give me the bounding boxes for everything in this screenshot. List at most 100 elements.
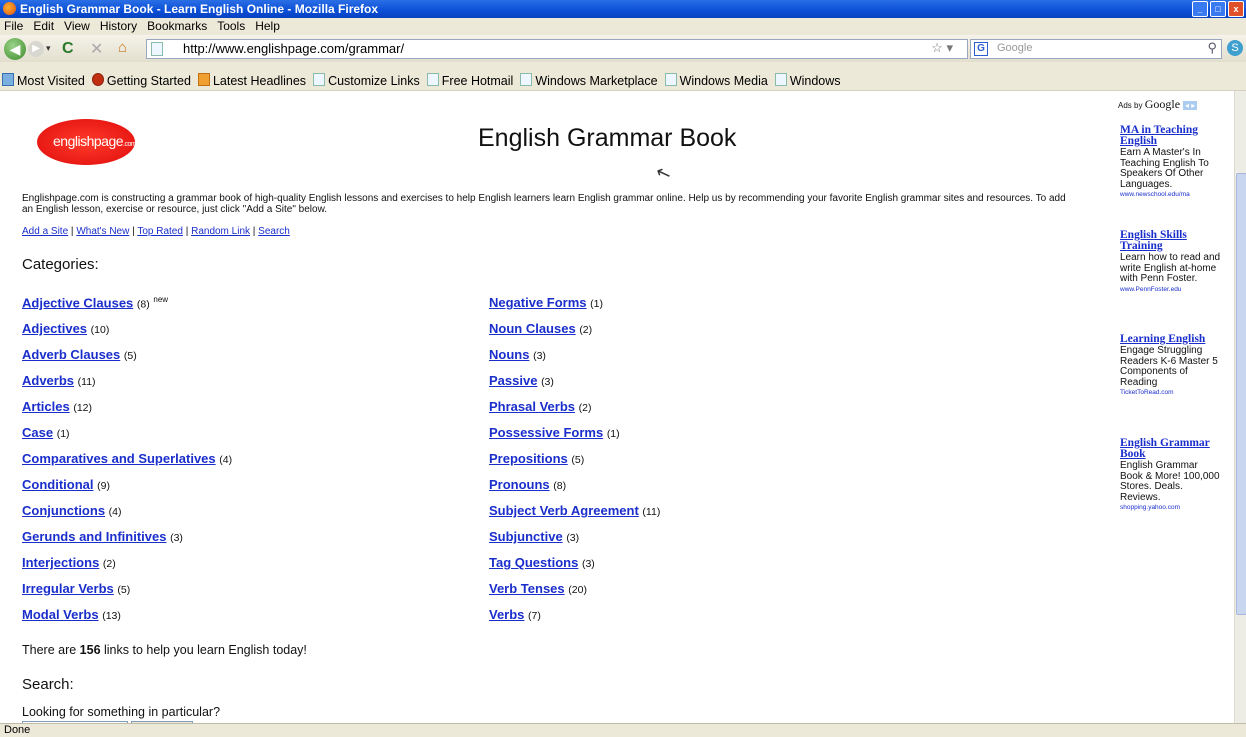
category-link[interactable]: Modal Verbs [22,607,99,622]
ad-url[interactable]: TicketToRead.com [1120,389,1222,396]
bookmark-getting-started[interactable]: Getting Started [90,72,196,88]
history-dropdown-icon[interactable]: ▾ [46,43,51,54]
skype-icon[interactable]: S [1227,40,1243,56]
category-link[interactable]: Adjective Clauses [22,295,133,310]
category-link[interactable]: Tag Questions [489,555,578,570]
category-item: Verb Tenses (20) [489,581,660,607]
bookmark-windows-media[interactable]: Windows Media [663,72,773,88]
ad-title[interactable]: Learning English [1120,333,1222,345]
menu-bookmarks[interactable]: Bookmarks [143,18,213,33]
bookmark-star-icon[interactable]: ☆ ▾ [931,40,953,56]
menu-edit[interactable]: Edit [29,18,60,33]
categories-right-column: Negative Forms (1) Noun Clauses (2) Noun… [489,295,660,633]
category-item: Prepositions (5) [489,451,660,477]
page-title: English Grammar Book [478,124,737,152]
bookmark-customize-links[interactable]: Customize Links [311,72,425,88]
page-icon [151,42,163,56]
search-box[interactable]: G Google ⚲ [970,39,1222,59]
magnifier-icon[interactable]: ⚲ [1207,40,1217,56]
category-link[interactable]: Passive [489,373,537,388]
category-link[interactable]: Pronouns [489,477,550,492]
category-item: Possessive Forms (1) [489,425,660,451]
category-link[interactable]: Prepositions [489,451,568,466]
ad-url[interactable]: shopping.yahoo.com [1120,504,1222,511]
menu-help[interactable]: Help [251,18,286,33]
ad-nav-icon[interactable]: ◂ ▸ [1183,101,1198,110]
category-item: Verbs (7) [489,607,660,633]
category-count: (1) [590,298,604,310]
maximize-button[interactable]: □ [1210,1,1226,17]
menu-tools[interactable]: Tools [213,18,251,33]
scrollbar-thumb[interactable] [1236,173,1246,615]
ad-title[interactable]: English Skills Training [1120,229,1222,252]
category-count: (2) [102,558,116,570]
most-visited-icon [2,73,14,86]
category-link[interactable]: Noun Clauses [489,321,576,336]
category-count: (3) [581,558,595,570]
category-link[interactable]: Case [22,425,53,440]
address-bar[interactable]: http://www.englishpage.com/grammar/ ☆ ▾ [146,39,968,59]
category-link[interactable]: Nouns [489,347,529,362]
category-link[interactable]: Adverb Clauses [22,347,120,362]
close-button[interactable]: x [1228,1,1244,17]
bookmark-latest-headlines[interactable]: Latest Headlines [196,72,311,88]
home-icon[interactable]: ⌂ [118,39,127,56]
bookmark-label: Free Hotmail [441,74,514,88]
vertical-scrollbar[interactable] [1234,91,1246,723]
rss-feed-icon [197,73,210,86]
category-link[interactable]: Conditional [22,477,94,492]
category-link[interactable]: Verb Tenses [489,581,565,596]
menu-bar: File Edit View History Bookmarks Tools Help [0,18,1246,35]
ad-url[interactable]: www.PennFoster.edu [1120,286,1222,293]
window-controls: _ □ x [1192,1,1244,17]
search-link[interactable]: Search [258,226,290,237]
category-item: Comparatives and Superlatives (4) [22,451,232,477]
top-rated-link[interactable]: Top Rated [137,226,183,237]
category-link[interactable]: Verbs [489,607,524,622]
stop-icon[interactable]: ✕ [90,39,103,59]
category-link[interactable]: Negative Forms [489,295,587,310]
category-item: Nouns (3) [489,347,660,373]
ad-item: English Grammar Book English Grammar Boo… [1120,437,1222,511]
category-link[interactable]: Gerunds and Infinitives [22,529,166,544]
ad-url[interactable]: www.newschool.edu/ma [1120,191,1222,198]
category-link[interactable]: Possessive Forms [489,425,603,440]
forward-button[interactable]: ▶ [28,41,44,57]
category-link[interactable]: Articles [22,399,70,414]
category-link[interactable]: Comparatives and Superlatives [22,451,216,466]
page-icon [426,73,439,86]
minimize-button[interactable]: _ [1192,1,1208,17]
site-logo[interactable]: englishpage.com [37,119,137,165]
random-link-link[interactable]: Random Link [191,226,250,237]
whats-new-link[interactable]: What's New [76,226,129,237]
category-link[interactable]: Phrasal Verbs [489,399,575,414]
bookmark-windows[interactable]: Windows [773,72,846,88]
category-link[interactable]: Irregular Verbs [22,581,114,596]
category-count: (2) [578,402,592,414]
ads-by-google[interactable]: Ads by Google ◂ ▸ [1118,97,1198,112]
category-item: Modal Verbs (13) [22,607,232,633]
add-a-site-link[interactable]: Add a Site [22,226,68,237]
search-prompt: Looking for something in particular? [22,705,221,719]
category-link[interactable]: Subjunctive [489,529,563,544]
reload-icon[interactable]: C [62,40,74,58]
menu-history[interactable]: History [96,18,143,33]
category-count: (1) [606,428,620,440]
bookmark-windows-marketplace[interactable]: Windows Marketplace [518,72,662,88]
bookmark-free-hotmail[interactable]: Free Hotmail [425,72,519,88]
ad-title[interactable]: English Grammar Book [1120,437,1222,460]
getting-started-icon [91,73,104,86]
ad-title[interactable]: MA in Teaching English [1120,124,1222,147]
back-button[interactable]: ◀ [4,38,26,60]
google-icon[interactable]: G [974,42,988,56]
category-link[interactable]: Adverbs [22,373,74,388]
ad-item: MA in Teaching English Earn A Master's I… [1120,124,1222,198]
category-link[interactable]: Conjunctions [22,503,105,518]
menu-file[interactable]: File [0,18,29,33]
link-count-number: 156 [79,643,101,657]
category-link[interactable]: Adjectives [22,321,87,336]
bookmark-most-visited[interactable]: Most Visited [0,72,90,88]
menu-view[interactable]: View [60,18,96,33]
category-link[interactable]: Subject Verb Agreement [489,503,639,518]
category-link[interactable]: Interjections [22,555,99,570]
